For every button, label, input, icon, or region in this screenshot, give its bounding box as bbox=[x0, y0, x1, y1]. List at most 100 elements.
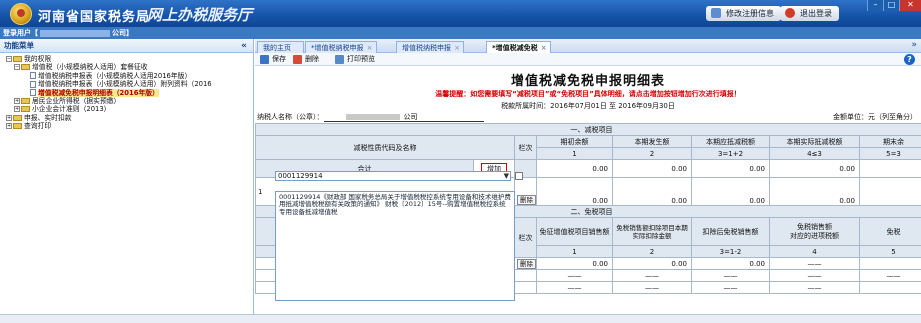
delete-icon bbox=[293, 54, 302, 64]
close-button[interactable]: ✕ bbox=[899, 0, 921, 11]
col-number: 5=3 bbox=[859, 147, 921, 160]
power-icon bbox=[785, 8, 795, 18]
tree-node-vat-package[interactable]: − 增值税（小规模纳税人适用）套餐征收 bbox=[6, 63, 253, 71]
modify-registration-label: 修改注册信息 bbox=[726, 9, 774, 18]
expand-node-icon[interactable]: + bbox=[14, 97, 20, 104]
tab-label: *增值税减免税 bbox=[492, 44, 538, 52]
document-icon bbox=[30, 80, 36, 88]
tab-vat-return-1[interactable]: *增值税纳税申报 × bbox=[305, 41, 377, 53]
collapse-node-icon[interactable]: − bbox=[14, 64, 20, 71]
exempt-amount bbox=[859, 257, 921, 270]
col-exempt-input-tax-line2: 对应的进项税额 bbox=[790, 231, 839, 240]
reduction-code-dropdown[interactable]: 0001129914《财政部 国家税务总局关于增值税税控系统专用设备和技术维护费… bbox=[275, 191, 515, 301]
total-opening-balance: 0.00 bbox=[536, 159, 613, 178]
tree-node-declare-deduct[interactable]: + 申报、实时扣款 bbox=[6, 114, 253, 122]
delete-row-button[interactable]: 删除 bbox=[517, 195, 536, 205]
col-number: 1 bbox=[536, 147, 613, 160]
col-number: 5 bbox=[859, 245, 921, 258]
print-preview-button[interactable]: 打印预览 bbox=[335, 53, 375, 66]
tab-scroll-icon[interactable]: » bbox=[911, 40, 917, 50]
col-exempt-sales-after: 扣除后免税销售额 bbox=[691, 217, 770, 246]
dropdown-option[interactable]: 0001129914《财政部 国家税务总局关于增值税税控系统专用设备和技术维护费… bbox=[279, 193, 511, 216]
collapse-node-icon[interactable]: − bbox=[6, 56, 12, 62]
col-number: 3=1+2 bbox=[691, 147, 770, 160]
menu-tree: − 我的权限 − 增值税（小规模纳税人适用）套餐征收 增值税纳税申报表（小规模纳税人… bbox=[0, 53, 253, 131]
col-closing-balance: 期末余 bbox=[859, 135, 921, 148]
taxpayer-label: 纳税人名称（公章）： bbox=[257, 113, 324, 121]
exempt-sales[interactable]: 0.00 bbox=[536, 257, 613, 270]
save-label: 保存 bbox=[272, 55, 286, 63]
login-user-bar: 登录用户【 公司】 bbox=[0, 27, 921, 39]
delete-exempt-row-button[interactable]: 删除 bbox=[517, 258, 536, 269]
tree-node-query-print[interactable]: + 查询打印 bbox=[6, 122, 253, 130]
reduction-code-select[interactable]: 0001129914 ▼ bbox=[275, 171, 511, 181]
tab-vat-return-2[interactable]: 增值税纳税申报 × bbox=[396, 41, 464, 53]
col-reduction-code-name: 减税性质代码及名称 bbox=[255, 135, 515, 160]
taxpayer-company-suffix: 公司 bbox=[403, 112, 418, 121]
tax-emblem-icon bbox=[10, 3, 32, 25]
folder-icon bbox=[13, 56, 22, 62]
exempt-row-3-number bbox=[514, 281, 537, 294]
tree-node-small-enterprise-accounting[interactable]: + 小企业会计准则（2013） bbox=[6, 105, 253, 113]
delete-button[interactable]: 删除 bbox=[293, 53, 319, 66]
print-preview-label: 打印预览 bbox=[347, 55, 375, 63]
tree-node-label: 查询打印 bbox=[24, 122, 52, 131]
folder-icon bbox=[21, 97, 30, 104]
function-menu: 功能菜单 « − 我的权限 − 增值税（小规模纳税人适用）套餐征收 增值税纳税申报表… bbox=[0, 39, 254, 323]
expand-node-icon[interactable]: + bbox=[14, 106, 20, 113]
exempt-delete-cell: 删除 bbox=[514, 257, 537, 270]
col-number: 4≤3 bbox=[769, 147, 860, 160]
exempt-row-3-deduction: —— bbox=[612, 281, 692, 294]
exempt-deduction[interactable]: 0.00 bbox=[612, 257, 692, 270]
expand-node-icon[interactable]: + bbox=[6, 123, 12, 130]
row1-opening-balance[interactable]: 0.00 bbox=[536, 177, 613, 206]
row1-index: 1 bbox=[258, 187, 263, 196]
tab-label: 增值税纳税申报 bbox=[402, 44, 451, 52]
total-deductible-amount: 0.00 bbox=[691, 159, 770, 178]
tree-node-vat-return[interactable]: 增值税纳税申报表（小规模纳税人适用2016年版） bbox=[6, 72, 253, 80]
tree-node-vat-relief-detail[interactable]: 增值税减免税申报明细表（2016年版） bbox=[6, 88, 253, 97]
folder-icon bbox=[13, 114, 22, 121]
window-controls: – □ ✕ bbox=[867, 0, 921, 11]
minimize-button[interactable]: – bbox=[867, 0, 883, 11]
maximize-button[interactable]: □ bbox=[883, 0, 899, 11]
reduction-code-value: 0001129914 bbox=[278, 172, 323, 180]
col-number: 2 bbox=[612, 147, 692, 160]
tree-node-vat-attachment[interactable]: 增值税纳税申报表（小规模纳税人适用）附列资料（2016 bbox=[6, 80, 253, 88]
function-menu-title: 功能菜单 bbox=[4, 41, 34, 50]
save-button[interactable]: 保存 bbox=[260, 53, 286, 66]
document-icon bbox=[30, 89, 36, 97]
col-opening-balance: 期初余额 bbox=[536, 135, 613, 148]
tree-node-label: 增值税减免税申报明细表（2016年版） bbox=[38, 88, 159, 97]
exempt-row-3-sales-after: —— bbox=[691, 281, 770, 294]
document-icon bbox=[30, 72, 36, 80]
tab-home[interactable]: 我的主页 bbox=[257, 41, 304, 53]
header-title: 河南省国家税务局 bbox=[38, 10, 151, 25]
tab-vat-relief[interactable]: *增值税减免税 × bbox=[486, 41, 551, 53]
row1-checkbox[interactable] bbox=[515, 172, 523, 180]
horizontal-scrollbar[interactable] bbox=[0, 314, 921, 323]
col-row-number: 栏次 bbox=[514, 135, 537, 160]
help-icon[interactable]: ? bbox=[904, 54, 915, 65]
modify-registration-button[interactable]: 修改注册信息 bbox=[706, 6, 781, 21]
total-closing-balance bbox=[859, 159, 921, 178]
expand-node-icon[interactable]: + bbox=[6, 114, 12, 121]
taxpayer-name: 纳税人名称（公章）： 公司 bbox=[257, 112, 484, 122]
row1-actual-deduction[interactable]: 0.00 bbox=[769, 177, 860, 206]
folder-icon bbox=[21, 106, 30, 113]
exempt-sales-after: 0.00 bbox=[691, 257, 770, 270]
tree-node-label: 申报、实时扣款 bbox=[24, 113, 72, 122]
exempt-row-2-amount: —— bbox=[859, 269, 921, 282]
exempt-row-2-sales-after: —— bbox=[691, 269, 770, 282]
collapse-sidebar-icon[interactable]: « bbox=[241, 39, 247, 53]
col-exempt-deduction: 免税销售额扣除项目本期实际扣除金额 bbox=[612, 217, 692, 246]
chevron-down-icon[interactable]: ▼ bbox=[504, 172, 509, 181]
col-exempt-input-tax: 免税销售额 对应的进项税额 bbox=[769, 217, 860, 246]
function-menu-header: 功能菜单 « bbox=[0, 39, 253, 53]
row1-delete-cell: 删除 bbox=[514, 177, 537, 206]
tab-label: *增值税纳税申报 bbox=[311, 44, 364, 52]
row1-current-amount[interactable]: 0.00 bbox=[612, 177, 692, 206]
app-header: 河南省国家税务局 网上办税服务厅 修改注册信息 退出登录 – □ ✕ bbox=[0, 0, 921, 27]
form-tip: 温馨提醒：如您需要填写“减税项目”或“免税项目”具体明细，请点击增加按钮增加行次… bbox=[435, 90, 741, 98]
logout-button[interactable]: 退出登录 bbox=[780, 6, 839, 21]
